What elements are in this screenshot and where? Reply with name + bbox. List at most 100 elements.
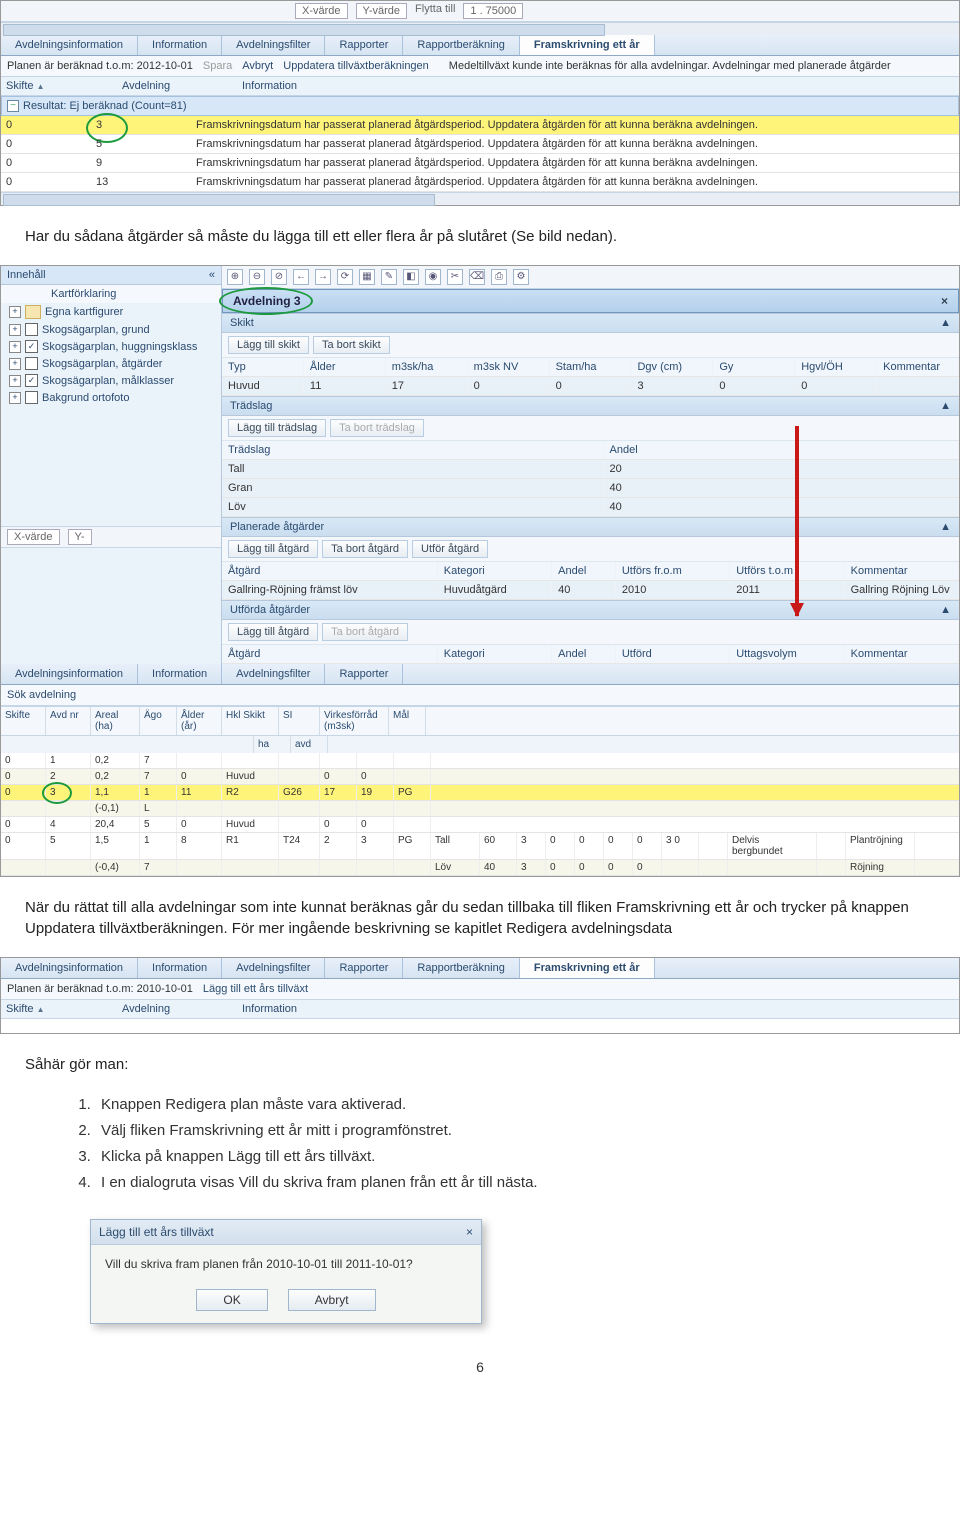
tab-framskrivning[interactable]: Framskrivning ett år xyxy=(520,35,655,55)
tab-information[interactable]: Information xyxy=(138,35,222,55)
checkbox[interactable] xyxy=(25,357,38,370)
expand-icon[interactable]: + xyxy=(9,324,21,336)
grid-row[interactable]: 031,1111R2G261719PG xyxy=(1,785,959,801)
x-varde-field[interactable]: X-värde xyxy=(7,529,60,545)
tab-lower[interactable]: Avdelningsfilter xyxy=(222,664,325,684)
tool-icon[interactable]: ⚙ xyxy=(513,269,529,285)
remove-tradslag-button[interactable]: Ta bort trädslag xyxy=(330,419,424,437)
expand-icon[interactable]: + xyxy=(9,392,21,404)
table-row[interactable]: Löv40 xyxy=(222,498,959,517)
section-tradslag[interactable]: Trädslag xyxy=(230,400,272,412)
tool-icon[interactable]: ✂ xyxy=(447,269,463,285)
close-icon[interactable]: × xyxy=(941,294,948,308)
add-skikt-button[interactable]: Lägg till skikt xyxy=(228,336,309,354)
checkbox[interactable] xyxy=(25,323,38,336)
col-information[interactable]: Information xyxy=(242,1003,297,1015)
add-utford-button[interactable]: Lägg till åtgärd xyxy=(228,623,318,641)
remove-utford-button[interactable]: Ta bort åtgärd xyxy=(322,623,408,641)
tab-lower[interactable]: Rapporter xyxy=(325,664,403,684)
tree-item[interactable]: +Skogsägarplan, grund xyxy=(1,321,221,338)
col-avdelning[interactable]: Avdelning xyxy=(122,1003,202,1015)
checkbox[interactable] xyxy=(25,391,38,404)
tool-icon[interactable]: ⊘ xyxy=(271,269,287,285)
tab-rapportberakning[interactable]: Rapportberäkning xyxy=(403,35,519,55)
grid-row[interactable]: 010,27 xyxy=(1,753,959,769)
tab[interactable]: Information xyxy=(138,958,222,978)
col-skifte[interactable]: Skifte ▲ xyxy=(6,1003,82,1015)
tool-icon[interactable]: ⌫ xyxy=(469,269,485,285)
tab-active[interactable]: Framskrivning ett år xyxy=(520,958,655,978)
tool-icon[interactable]: ✎ xyxy=(381,269,397,285)
avbryt-button[interactable]: Avbryt xyxy=(288,1289,376,1311)
tool-icon[interactable]: ◧ xyxy=(403,269,419,285)
result-group-bar[interactable]: − Resultat: Ej beräknad (Count=81) xyxy=(1,96,959,116)
collapse-icon[interactable]: ▲ xyxy=(940,400,951,412)
tree-item[interactable]: +✓Skogsägarplan, huggningsklass xyxy=(1,338,221,355)
remove-atgard-button[interactable]: Ta bort åtgärd xyxy=(322,540,408,558)
grid-row[interactable]: (-0,4)7Löv4030000Röjning xyxy=(1,860,959,876)
col-information[interactable]: Information xyxy=(242,80,297,92)
tab-lower[interactable]: Information xyxy=(138,664,222,684)
grid-row[interactable]: 0420,450Huvud00 xyxy=(1,817,959,833)
expand-icon[interactable]: + xyxy=(9,341,21,353)
section-planerade[interactable]: Planerade åtgärder xyxy=(230,521,324,533)
table-row[interactable]: 0 5 Framskrivningsdatum har passerat pla… xyxy=(1,135,959,154)
collapse-icon[interactable]: ▲ xyxy=(940,317,951,329)
scale-field[interactable]: 1 . 75000 xyxy=(463,3,523,19)
tab[interactable]: Rapporter xyxy=(325,958,403,978)
y-varde-field[interactable]: Y- xyxy=(68,529,92,545)
tree-item[interactable]: +✓Skogsägarplan, målklasser xyxy=(1,372,221,389)
grid-row[interactable]: (-0,1)L xyxy=(1,801,959,817)
expand-icon[interactable]: + xyxy=(9,375,21,387)
collapse-icon[interactable]: ▲ xyxy=(940,604,951,616)
add-tradslag-button[interactable]: Lägg till trädslag xyxy=(228,419,326,437)
tab[interactable]: Rapportberäkning xyxy=(403,958,519,978)
grid-row[interactable]: 051,518R1T2423PGTall60300003 0Delvis ber… xyxy=(1,833,959,860)
collapse-sidebar-icon[interactable]: « xyxy=(209,269,215,281)
expand-icon[interactable]: + xyxy=(9,306,21,318)
horizontal-scrollbar-top[interactable] xyxy=(1,22,959,35)
kartforklaring-label[interactable]: Kartförklaring xyxy=(1,285,221,303)
col-avdelning[interactable]: Avdelning xyxy=(122,80,202,92)
add-atgard-button[interactable]: Lägg till åtgärd xyxy=(228,540,318,558)
tree-item[interactable]: +Bakgrund ortofoto xyxy=(1,389,221,406)
table-row[interactable]: 0 3 Framskrivningsdatum har passerat pla… xyxy=(1,116,959,135)
collapse-icon[interactable]: ▲ xyxy=(940,521,951,533)
spara-button[interactable]: Spara xyxy=(203,60,232,72)
close-icon[interactable]: × xyxy=(466,1225,473,1239)
checkbox-checked[interactable]: ✓ xyxy=(25,340,38,353)
tree-item[interactable]: +Egna kartfigurer xyxy=(1,303,221,321)
section-skikt[interactable]: Skikt xyxy=(230,317,254,329)
tool-icon[interactable]: ⊕ xyxy=(227,269,243,285)
uppdatera-button[interactable]: Uppdatera tillväxtberäkningen xyxy=(283,60,429,72)
tool-icon[interactable]: ◉ xyxy=(425,269,441,285)
horizontal-scrollbar[interactable] xyxy=(1,192,959,205)
tool-icon[interactable]: ▦ xyxy=(359,269,375,285)
tool-icon[interactable]: ⎙ xyxy=(491,269,507,285)
checkbox-checked[interactable]: ✓ xyxy=(25,374,38,387)
tool-icon[interactable]: ⟳ xyxy=(337,269,353,285)
avbryt-button[interactable]: Avbryt xyxy=(242,60,273,72)
table-row[interactable]: Gallring-Röjning främst lövHuvudåtgärd40… xyxy=(222,581,959,600)
ok-button[interactable]: OK xyxy=(196,1289,267,1311)
section-utforda[interactable]: Utförda åtgärder xyxy=(230,604,310,616)
y-varde[interactable]: Y-värde xyxy=(356,3,408,19)
col-skifte[interactable]: Skifte ▲ xyxy=(6,80,82,92)
lagg-till-button[interactable]: Lägg till ett års tillväxt xyxy=(203,983,308,995)
tab-avdelningsfilter[interactable]: Avdelningsfilter xyxy=(222,35,325,55)
expand-icon[interactable]: + xyxy=(9,358,21,370)
table-row[interactable]: 0 13 Framskrivningsdatum har passerat pl… xyxy=(1,173,959,192)
tool-icon[interactable]: → xyxy=(315,269,331,285)
tool-icon[interactable]: ← xyxy=(293,269,309,285)
table-row[interactable]: Huvud111700300 xyxy=(222,377,959,396)
grid-row[interactable]: 020,270Huvud00 xyxy=(1,769,959,785)
perform-atgard-button[interactable]: Utför åtgärd xyxy=(412,540,488,558)
tree-item[interactable]: +Skogsägarplan, åtgärder xyxy=(1,355,221,372)
tab[interactable]: Avdelningsfilter xyxy=(222,958,325,978)
sok-avdelning-link[interactable]: Sök avdelning xyxy=(7,689,76,701)
table-row[interactable]: 0 9 Framskrivningsdatum har passerat pla… xyxy=(1,154,959,173)
tab-lower[interactable]: Avdelningsinformation xyxy=(1,664,138,684)
table-row[interactable]: Gran40 xyxy=(222,479,959,498)
table-row[interactable]: Tall20 xyxy=(222,460,959,479)
x-varde[interactable]: X-värde xyxy=(295,3,348,19)
